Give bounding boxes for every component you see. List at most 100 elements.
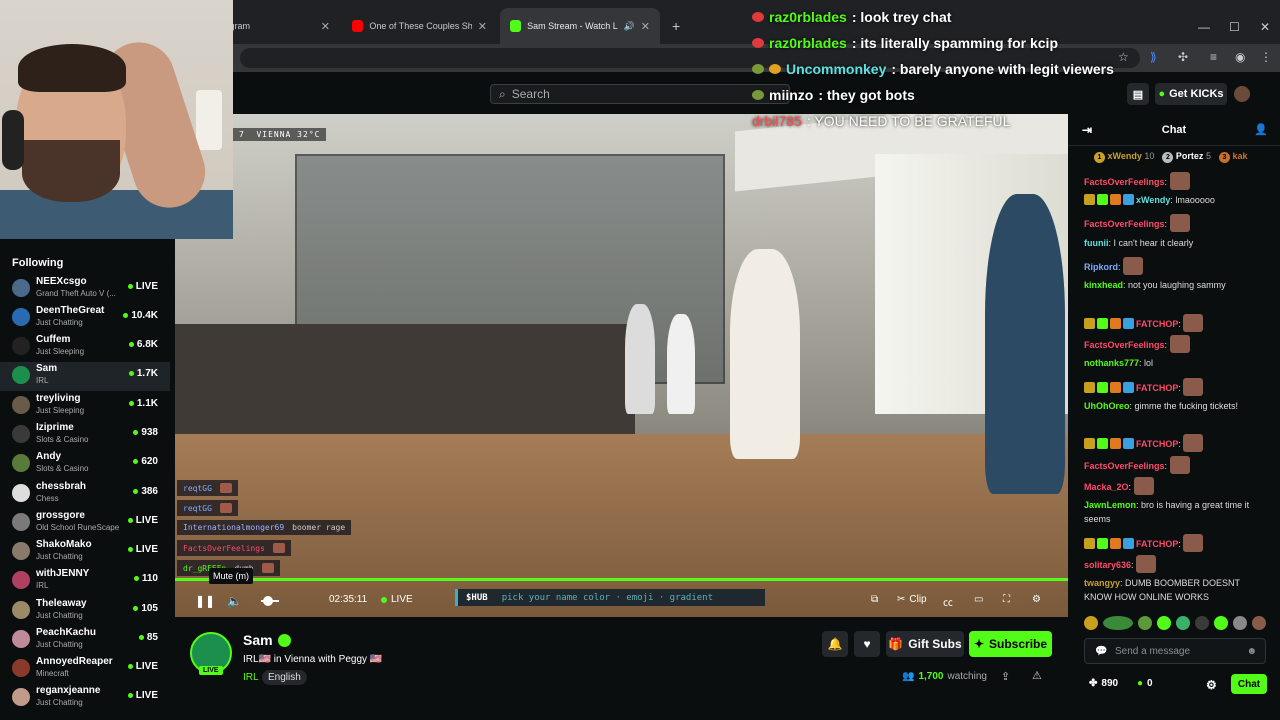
gift-subs-button[interactable]: 🎁 Gift Subs	[886, 631, 964, 657]
sidebar-channel-grossgore[interactable]: grossgore Old School RuneScape LIVE	[0, 509, 170, 538]
chat-username[interactable]: FactsOverFeelings	[1084, 219, 1165, 229]
channel-viewer-count: 85	[138, 632, 158, 643]
notification-bell-icon[interactable]: 🔔	[822, 631, 848, 657]
chat-username[interactable]: kinxhead	[1084, 280, 1123, 290]
chat-username[interactable]: xWendy	[1136, 195, 1170, 205]
settings-gear-icon[interactable]: ⚙	[1032, 594, 1041, 605]
chat-username[interactable]: twangyy	[1084, 578, 1120, 588]
puzzle-icon[interactable]: ✣	[1178, 50, 1188, 64]
profile-icon[interactable]: ◉	[1235, 50, 1245, 64]
sidebar-channel-reganxjeanne[interactable]: reganxjeanne Just Chatting LIVE	[0, 684, 170, 713]
sidebar-channel-sam[interactable]: Sam IRL 1.7K	[0, 362, 170, 391]
sidebar-channel-neexcsgo[interactable]: NEEXcsgo Grand Theft Auto V (... LIVE	[0, 275, 170, 304]
chat-username[interactable]: FactsOverFeelings	[1084, 177, 1165, 187]
channel-name: reganxjeanne	[36, 685, 101, 696]
chat-users-icon[interactable]: 👤	[1254, 123, 1268, 136]
sidebar-channel-deenthegreat[interactable]: DeenTheGreat Just Chatting 10.4K	[0, 304, 170, 333]
emoji-picker-icon[interactable]: ☻	[1246, 646, 1257, 657]
sidebar-channel-iziprime[interactable]: Iziprime Slots & Casino 938	[0, 421, 170, 450]
share-icon[interactable]: ⇪	[1001, 670, 1010, 683]
get-kicks-button[interactable]: ● Get KICKs	[1155, 83, 1227, 105]
emote[interactable]	[1252, 616, 1266, 630]
video-player[interactable]: 7 VIENNA 32°C reqtGG reqtGG Internationa…	[175, 114, 1068, 617]
fullscreen-icon[interactable]: ⛶	[1003, 594, 1010, 605]
pause-icon[interactable]: ❚❚	[195, 594, 215, 608]
category-link[interactable]: IRL	[243, 672, 259, 683]
close-tab-icon[interactable]: ✕	[641, 20, 650, 33]
close-window-icon[interactable]: ✕	[1260, 20, 1270, 34]
video-progress-bar[interactable]	[175, 578, 1068, 581]
menu-icon[interactable]: ⋮	[1260, 50, 1272, 64]
sidebar-channel-withjenny[interactable]: withJENNY IRL 110	[0, 567, 170, 596]
emote[interactable]	[1103, 616, 1133, 630]
leaderboard-entry[interactable]: 3 kak	[1218, 151, 1248, 163]
emote[interactable]	[1084, 616, 1098, 630]
emote[interactable]	[1176, 616, 1190, 630]
sidebar-channel-treyliving[interactable]: treyliving Just Sleeping 1.1K	[0, 392, 170, 421]
clip-button[interactable]: ✂ Clip	[897, 594, 927, 605]
send-chat-button[interactable]: Chat	[1231, 674, 1267, 694]
live-dot	[138, 635, 144, 640]
sidebar-channel-chessbrah[interactable]: chessbrah Chess 386	[0, 480, 170, 509]
chat-username[interactable]: FATCHOP	[1136, 383, 1178, 393]
collapse-chat-icon[interactable]: ⇥	[1082, 123, 1092, 137]
streamer-name[interactable]: Sam	[243, 632, 291, 648]
sidebar-channel-peachkachu[interactable]: PeachKachu Just Chatting 85	[0, 626, 170, 655]
media-control-icon[interactable]: ≡	[1210, 50, 1217, 64]
captions-icon[interactable]: ㏄	[943, 594, 953, 609]
chat-message: FATCHOP:	[1084, 314, 1269, 332]
volume-icon[interactable]: 🔈	[227, 594, 242, 608]
emote[interactable]	[1138, 616, 1152, 630]
subscribe-button[interactable]: ✦ Subscribe	[969, 631, 1052, 657]
pip-icon[interactable]: ⧉	[871, 594, 878, 605]
channel-name: Andy	[36, 451, 61, 462]
chat-username[interactable]: FATCHOP	[1136, 319, 1178, 329]
emote[interactable]	[1214, 616, 1228, 630]
chat-username[interactable]: FATCHOP	[1136, 539, 1178, 549]
extension-icon[interactable]: ⟫	[1150, 50, 1157, 64]
new-tab-button[interactable]: +	[662, 8, 690, 44]
maximize-icon[interactable]: ☐	[1229, 20, 1240, 34]
language-tag[interactable]: English	[262, 670, 307, 685]
chat-username[interactable]: UhOhOreo	[1084, 401, 1130, 411]
follow-heart-icon[interactable]: ♥	[854, 631, 880, 657]
chat-username[interactable]: solitary636	[1084, 560, 1131, 570]
emote[interactable]	[1233, 616, 1247, 630]
channel-name: DeenTheGreat	[36, 305, 105, 316]
report-icon[interactable]: ⚠	[1032, 669, 1042, 682]
emote[interactable]	[1195, 616, 1209, 630]
emote[interactable]	[1157, 616, 1171, 630]
tab-kick[interactable]: Sam Stream - Watch Live on 🔊 ✕	[500, 8, 660, 44]
chat-username[interactable]: JawnLemon	[1084, 500, 1136, 510]
sidebar-channel-cuffem[interactable]: Cuffem Just Sleeping 6.8K	[0, 333, 170, 362]
minimize-icon[interactable]: —	[1198, 20, 1210, 34]
leaderboard-entry[interactable]: 1 xWendy 10	[1094, 151, 1154, 163]
chat-username[interactable]: nothanks777	[1084, 358, 1139, 368]
volume-knob[interactable]	[263, 596, 273, 606]
sidebar-channel-annoyedreaper[interactable]: AnnoyedReaper Minecraft LIVE	[0, 655, 170, 684]
chat-username[interactable]: FATCHOP	[1136, 439, 1178, 449]
chat-username[interactable]: fuunii	[1084, 238, 1109, 248]
kicks-balance[interactable]: ● 0	[1137, 678, 1153, 689]
sidebar-channel-andy[interactable]: Andy Slots & Casino 620	[0, 450, 170, 479]
sidebar-channel-shakomako[interactable]: ShakoMako Just Chatting LIVE	[0, 538, 170, 567]
user-avatar[interactable]	[1234, 86, 1250, 102]
chat-username[interactable]: Macka_2O	[1084, 482, 1129, 492]
chat-username[interactable]: FactsOverFeelings	[1084, 461, 1165, 471]
chat-username[interactable]: Ripkord	[1084, 262, 1118, 272]
theater-mode-icon[interactable]: ▭	[974, 594, 983, 605]
channel-points[interactable]: ✤ 890	[1089, 678, 1118, 689]
tab-youtube[interactable]: One of These Couples Shouldn't ✕	[342, 8, 497, 44]
emote	[1169, 172, 1190, 190]
close-tab-icon[interactable]: ✕	[321, 20, 330, 33]
chat-message-input[interactable]: 💬 Send a message ☻	[1084, 638, 1266, 664]
gift-icon: 🎁	[888, 637, 904, 651]
leaderboard-entry[interactable]: 2 Portez 5	[1162, 151, 1211, 163]
close-tab-icon[interactable]: ✕	[478, 20, 487, 33]
search-input[interactable]: ⌕ Search	[490, 84, 790, 104]
channel-category: Just Chatting	[36, 318, 83, 327]
sidebar-channel-theleaway[interactable]: Theleaway Just Chatting 105	[0, 597, 170, 626]
chat-username[interactable]: FactsOverFeelings	[1084, 340, 1165, 350]
streamer-name-label: Sam	[243, 632, 273, 648]
chat-settings-gear-icon[interactable]: ⚙	[1206, 678, 1217, 692]
